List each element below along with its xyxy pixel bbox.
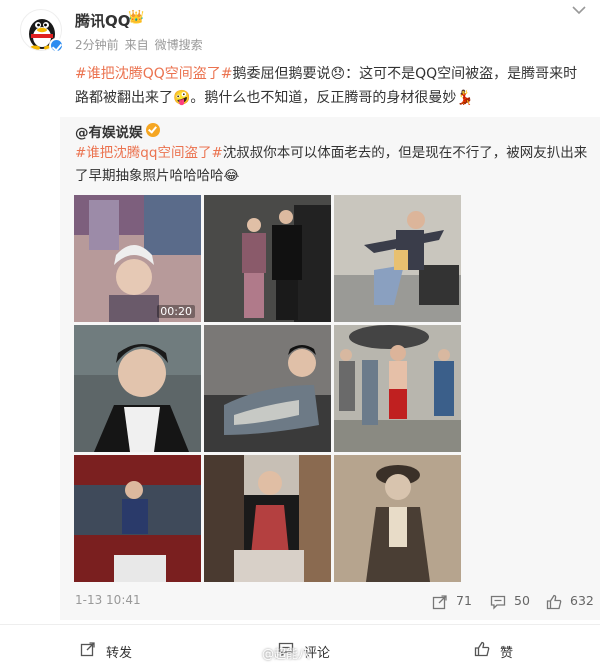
photo-3[interactable] [334,195,461,322]
post-source[interactable]: 微博搜索 [155,38,203,52]
like-label: 赞 [500,646,514,661]
post-text: #谁把沈腾QQ空间盗了#鹅委屈但鹅要说😞：这可不是QQ空间被盗，是腾哥来时路都被… [75,62,580,110]
photo-9[interactable] [334,455,461,582]
share-icon [432,595,447,610]
share-icon [80,642,95,657]
like-count-value: 632 [570,593,594,608]
repost-author[interactable]: @有娱说娱 [75,121,143,141]
repost-hashtag-link[interactable]: #谁把沈腾qq空间盗了# [75,145,223,161]
comment-icon [490,595,506,610]
video-duration: 00:20 [157,305,195,318]
repost-date: 1-13 10:41 [75,593,141,607]
post-meta: 2分钟前 来自 微博搜索 [75,36,209,53]
repost-count-value: 71 [456,593,472,608]
post-header: 腾讯QQ 👑 2分钟前 来自 微博搜索 [0,0,600,62]
repost-card[interactable]: @有娱说娱 #谁把沈腾qq空间盗了#沈叔叔你本可以体面老去的，但是现在不行了，被… [60,117,600,620]
repost-label: 转发 [106,646,133,661]
repost-text: #谁把沈腾qq空间盗了#沈叔叔你本可以体面老去的，但是现在不行了，被网友扒出来了… [75,142,590,188]
comment-count-value: 50 [514,593,530,608]
verified-badge-icon [146,123,160,137]
thumbs-up-icon [546,594,562,610]
hashtag-link[interactable]: #谁把沈腾QQ空间盗了# [75,66,233,82]
repost-button[interactable]: 转发 [0,625,200,669]
like-button[interactable]: 赞 [400,625,600,669]
photo-1[interactable]: 00:20 [74,195,201,322]
photo-4[interactable] [74,325,201,452]
watermark: @超能八 [262,647,311,661]
chevron-down-icon[interactable] [571,4,587,16]
thumbs-up-icon [474,641,490,657]
source-prefix: 来自 [124,38,149,52]
account-name[interactable]: 腾讯QQ [75,10,131,31]
repost-footer: 1-13 10:41 71 50 632 [60,593,600,613]
photo-5[interactable] [204,325,331,452]
photo-6[interactable] [334,325,461,452]
photo-2[interactable] [204,195,331,322]
post-time: 2分钟前 [75,38,119,52]
photo-7[interactable] [74,455,201,582]
crown-icon: 👑 [128,10,145,25]
verified-badge-icon [49,38,64,53]
photo-8[interactable] [204,455,331,582]
